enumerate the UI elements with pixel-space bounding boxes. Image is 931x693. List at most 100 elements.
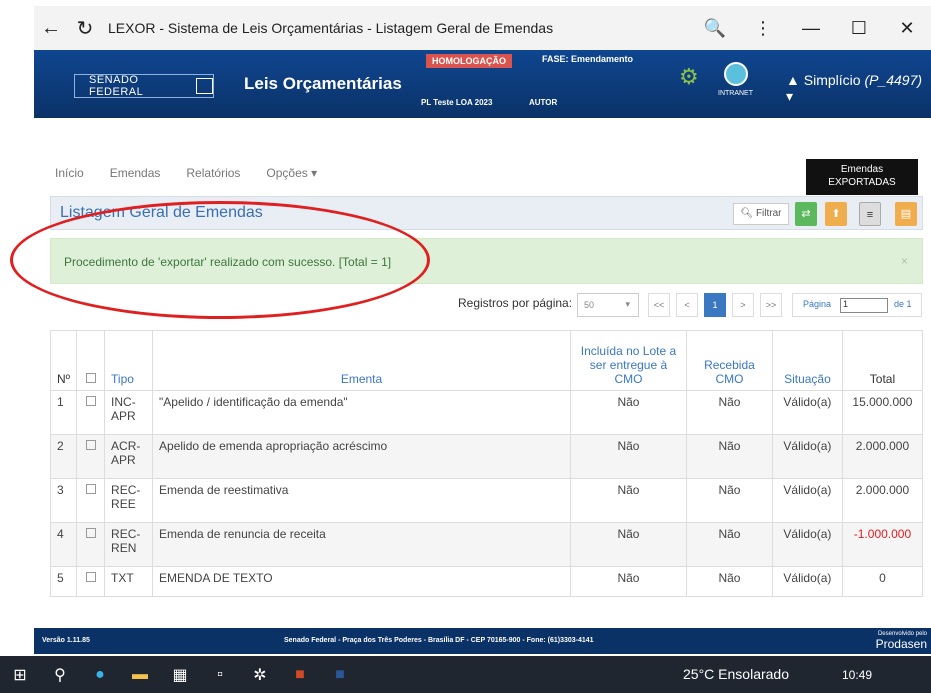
- row-ementa[interactable]: "Apelido / identificação da emenda": [152, 390, 571, 435]
- select-all-checkbox[interactable]: [85, 373, 96, 383]
- nav-item-opcoes[interactable]: Opções ▾: [266, 166, 317, 180]
- settings-gear-icon[interactable]: ⚙: [679, 64, 699, 90]
- row-ementa[interactable]: Emenda de renuncia de receita: [152, 522, 571, 567]
- row-checkbox[interactable]: [85, 440, 96, 450]
- calculator-icon[interactable]: ▦: [160, 665, 200, 685]
- edge-browser-icon[interactable]: ●: [80, 666, 120, 684]
- prev-page-button[interactable]: <: [676, 293, 698, 317]
- page-jump: Página 1 de 1: [792, 293, 922, 317]
- intranet-label: INTRANET: [718, 90, 753, 97]
- intranet-link[interactable]: INTRANET: [718, 62, 753, 97]
- tooltip-line1: Emendas: [840, 164, 884, 175]
- file-explorer-icon[interactable]: ▬: [120, 666, 160, 684]
- system-clock[interactable]: 10:49: [842, 668, 872, 682]
- exported-tooltip: Emendas EXPORTADAS: [806, 159, 918, 195]
- close-button[interactable]: ✕: [883, 18, 931, 39]
- table-row[interactable]: 1 INC-APR "Apelido / identificação da em…: [49, 390, 924, 435]
- row-checkbox[interactable]: [85, 528, 96, 538]
- first-page-button[interactable]: <<: [648, 293, 670, 317]
- nav-item-inicio[interactable]: Início: [55, 166, 84, 180]
- row-checkbox-cell: [76, 522, 106, 567]
- col-num[interactable]: Nº: [49, 330, 78, 391]
- zoom-icon[interactable]: 🔍: [691, 18, 739, 39]
- row-recebida: Não: [685, 478, 773, 523]
- user-id: (P_4497): [864, 72, 923, 88]
- current-page-button[interactable]: 1: [704, 293, 726, 317]
- last-page-button[interactable]: >>: [760, 293, 782, 317]
- nav-item-relatorios[interactable]: Relatórios: [186, 166, 240, 180]
- row-checkbox-cell: [76, 434, 106, 479]
- col-ementa[interactable]: Ementa: [152, 330, 571, 391]
- table-row[interactable]: 2 ACR-APR Apelido de emenda apropriação …: [49, 434, 924, 479]
- app-name: Leis Orçamentárias: [244, 74, 402, 93]
- per-page-value: 50: [584, 300, 595, 310]
- caret-down-icon: ▾: [786, 88, 794, 104]
- filter-button[interactable]: 🔍︎ Filtrar: [733, 203, 789, 225]
- more-options-icon[interactable]: ⋮: [739, 18, 787, 39]
- minimize-button[interactable]: —: [787, 18, 835, 39]
- senado-label: SENADO FEDERAL: [89, 74, 144, 98]
- row-checkbox[interactable]: [85, 484, 96, 494]
- page-total: de 1: [894, 299, 912, 309]
- user-menu[interactable]: ▲ Simplício (P_4497) ▾: [786, 72, 931, 105]
- document-button[interactable]: ▤: [895, 202, 917, 226]
- next-page-button[interactable]: >: [732, 293, 754, 317]
- row-num: 1: [49, 390, 78, 435]
- col-situacao[interactable]: Situação: [771, 330, 843, 391]
- row-ementa[interactable]: EMENDA DE TEXTO: [152, 566, 571, 597]
- page-input[interactable]: 1: [840, 298, 888, 313]
- user-icon: ▲: [786, 72, 800, 88]
- dev-label: Prodasen: [875, 637, 927, 651]
- col-lote[interactable]: Incluída no Lote a ser entregue à CMO: [569, 330, 687, 391]
- powerpoint-icon[interactable]: ■: [280, 666, 320, 684]
- word-icon[interactable]: ■: [320, 666, 360, 684]
- row-ementa[interactable]: Emenda de reestimativa: [152, 478, 571, 523]
- col-tipo[interactable]: Tipo: [104, 330, 154, 391]
- window-title: LEXOR - Sistema de Leis Orçamentárias - …: [108, 20, 554, 36]
- row-situacao: Válido(a): [771, 478, 843, 523]
- environment-badge: HOMOLOGAÇÃO: [426, 54, 512, 68]
- settings-icon[interactable]: ✲: [240, 665, 280, 685]
- row-tipo: INC-APR: [104, 390, 154, 435]
- user-name: Simplício: [803, 72, 861, 88]
- refresh-icon[interactable]: ↻: [68, 16, 102, 41]
- col-select-all[interactable]: [76, 330, 106, 391]
- col-recebida[interactable]: Recebida CMO: [685, 330, 773, 391]
- search-icon[interactable]: ⚲: [40, 665, 80, 685]
- windows-start-icon[interactable]: ⊞: [0, 665, 40, 685]
- prodasen-logo: Desenvolvido pelo Prodasen: [876, 631, 927, 651]
- nav-item-emendas[interactable]: Emendas: [110, 166, 161, 180]
- maximize-button[interactable]: ☐: [835, 18, 883, 39]
- document-icon: ▤: [900, 208, 912, 220]
- table-row[interactable]: 4 REC-REN Emenda de renuncia de receita …: [49, 522, 924, 567]
- success-alert: Procedimento de 'exportar' realizado com…: [50, 238, 923, 284]
- main-nav: Início Emendas Relatórios Opções ▾: [55, 166, 317, 180]
- weather-widget[interactable]: 25°C Ensolarado: [683, 666, 789, 682]
- exported-list-button[interactable]: ≡: [859, 202, 881, 226]
- row-situacao: Válido(a): [771, 566, 843, 597]
- app-header: SENADO FEDERAL Leis Orçamentárias HOMOLO…: [34, 50, 931, 118]
- row-num: 5: [49, 566, 78, 597]
- col-total[interactable]: Total: [841, 330, 924, 391]
- tooltip-line2: EXPORTADAS: [828, 177, 896, 188]
- row-checkbox-cell: [76, 478, 106, 523]
- senado-logo[interactable]: SENADO FEDERAL: [74, 74, 214, 98]
- row-total: -1.000.000: [841, 522, 924, 567]
- back-arrow-icon[interactable]: ←: [34, 17, 68, 40]
- row-checkbox[interactable]: [85, 396, 96, 406]
- per-page-select[interactable]: 50 ▾: [577, 293, 639, 317]
- globe-icon: [723, 62, 748, 86]
- app-icon[interactable]: ▫: [200, 666, 240, 684]
- row-lote: Não: [569, 434, 687, 479]
- row-recebida: Não: [685, 522, 773, 567]
- export-button[interactable]: ⬆: [825, 202, 847, 226]
- refresh-button[interactable]: ⇄: [795, 202, 817, 226]
- row-ementa[interactable]: Apelido de emenda apropriação acréscimo: [152, 434, 571, 479]
- row-total: 2.000.000: [841, 478, 924, 523]
- alert-close-button[interactable]: ×: [901, 254, 908, 268]
- row-lote: Não: [569, 522, 687, 567]
- table-row[interactable]: 5 TXT EMENDA DE TEXTO Não Não Válido(a) …: [49, 566, 924, 597]
- table-row[interactable]: 3 REC-REE Emenda de reestimativa Não Não…: [49, 478, 924, 523]
- row-tipo: TXT: [104, 566, 154, 597]
- row-checkbox[interactable]: [85, 572, 96, 582]
